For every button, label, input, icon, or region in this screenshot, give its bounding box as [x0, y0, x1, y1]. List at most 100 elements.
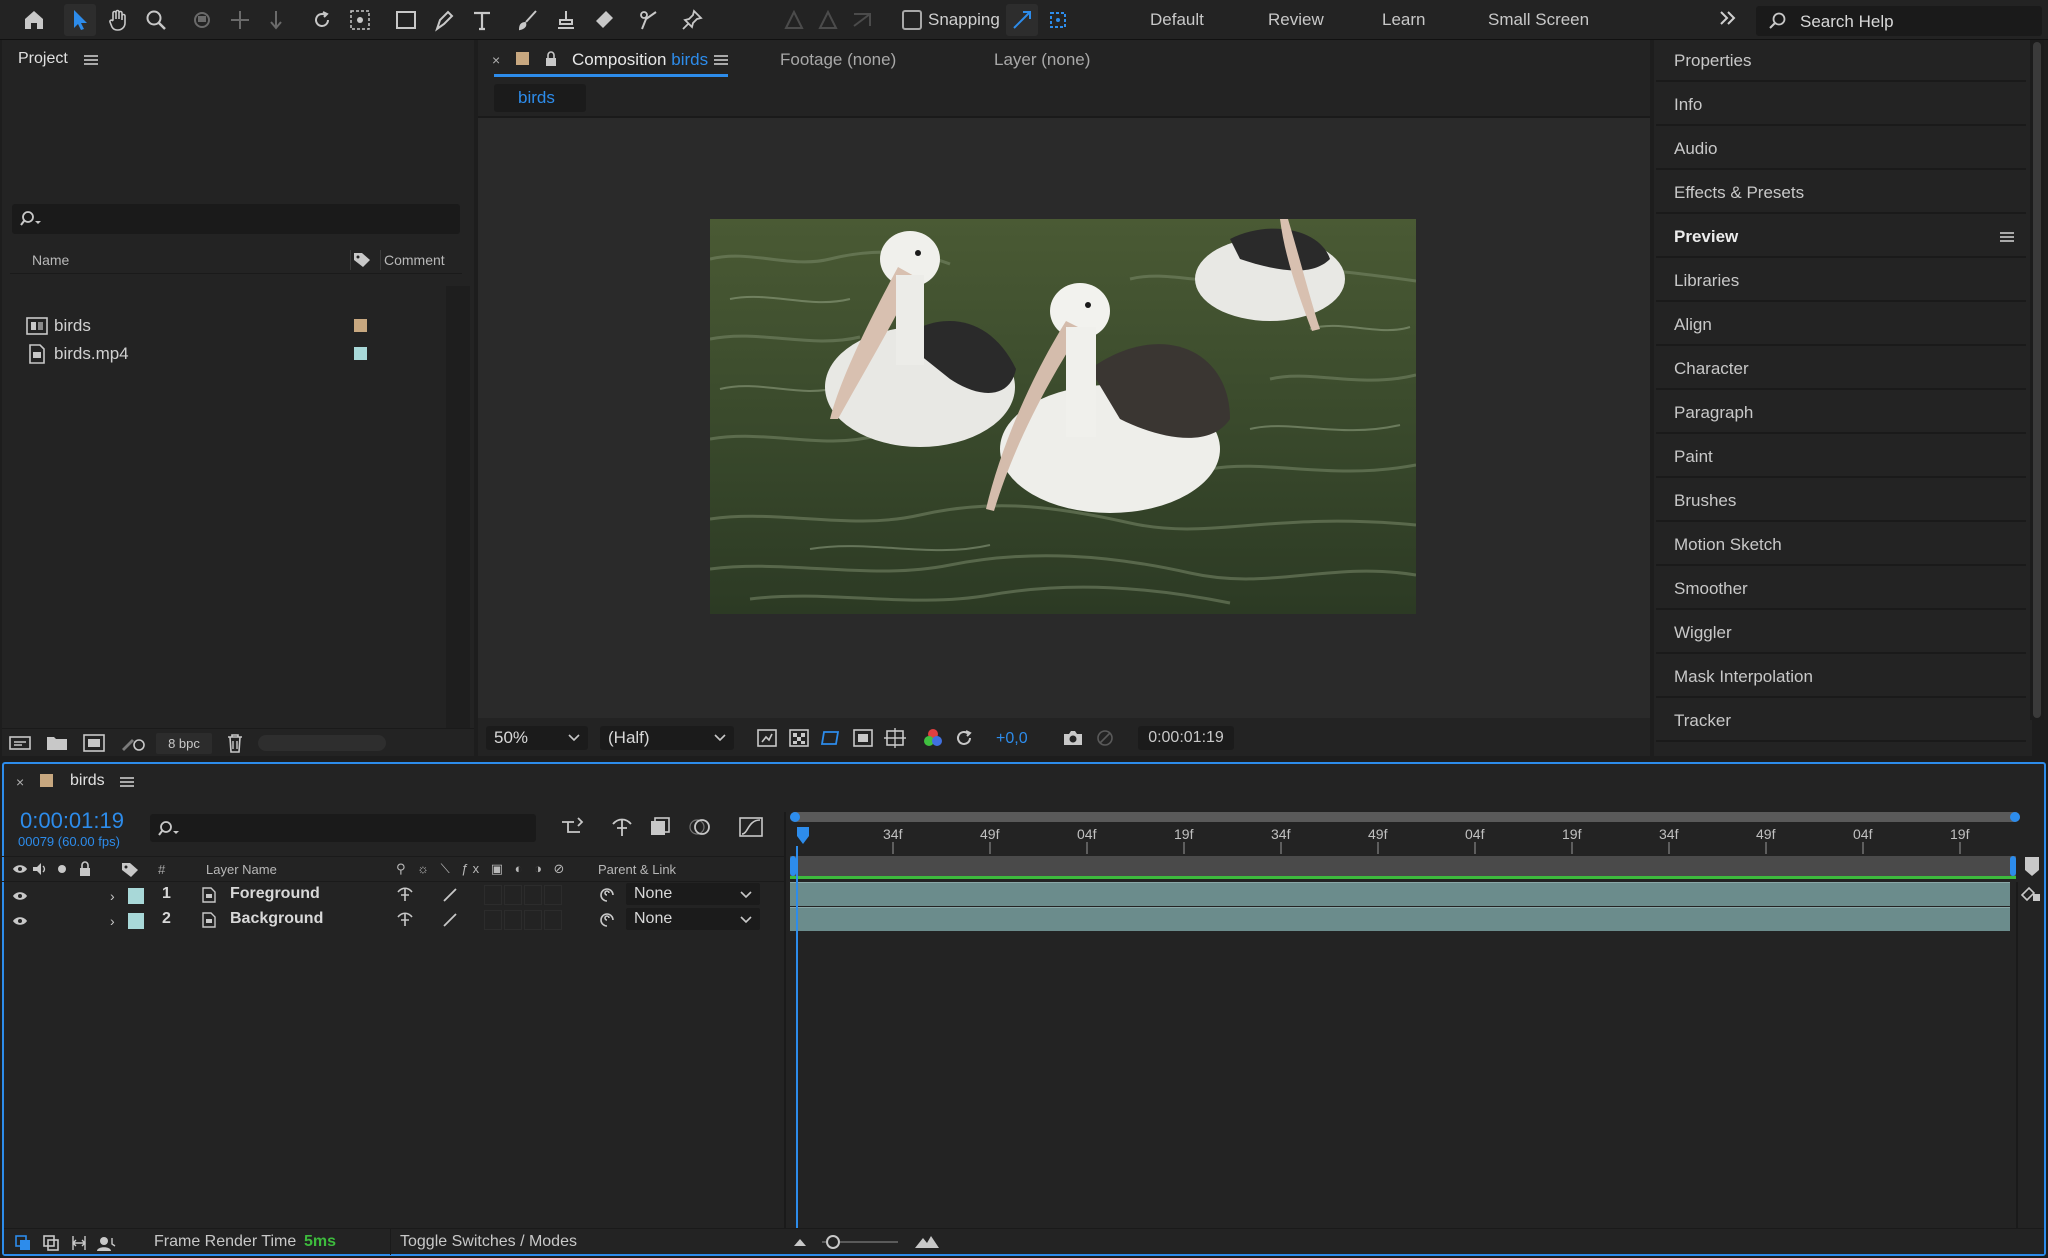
resolution-dropdown[interactable]: (Half) — [600, 726, 734, 750]
frame-blending-icon[interactable] — [648, 816, 672, 838]
panel-wiggler[interactable]: Wiggler — [1656, 612, 2026, 654]
3d-layer-switch[interactable] — [544, 885, 562, 905]
grid-guides-icon[interactable] — [884, 728, 906, 748]
layer-bar-foreground[interactable] — [790, 882, 2010, 906]
work-area-end-handle[interactable] — [2010, 856, 2016, 876]
parent-dropdown[interactable]: None — [626, 908, 760, 930]
eye-icon[interactable] — [12, 890, 28, 902]
panel-tracker[interactable]: Tracker — [1656, 700, 2026, 742]
region-of-interest-icon[interactable] — [852, 728, 874, 748]
graph-editor-icon[interactable] — [738, 816, 764, 838]
playhead-icon[interactable] — [796, 826, 810, 846]
interpret-footage-icon[interactable] — [8, 734, 32, 752]
reset-exposure-icon[interactable] — [954, 728, 974, 748]
panel-preview[interactable]: Preview — [1656, 216, 2026, 258]
selection-tool-icon[interactable] — [64, 4, 96, 36]
panel-character[interactable]: Character — [1656, 348, 2026, 390]
layer-row[interactable]: › 2 Background None — [2, 907, 786, 933]
pickwhip-icon[interactable] — [598, 886, 616, 904]
video-visibility-icon[interactable] — [12, 863, 28, 875]
panel-align[interactable]: Align — [1656, 304, 2026, 346]
expand-chevron-icon[interactable]: › — [110, 888, 115, 904]
comp-button-icon[interactable] — [2020, 886, 2042, 904]
roto-brush-icon[interactable] — [632, 4, 664, 36]
project-panel-menu-icon[interactable] — [84, 55, 98, 65]
layer-bar-background[interactable] — [790, 907, 2010, 931]
comp-marker-well-icon[interactable] — [2024, 856, 2040, 878]
trash-icon[interactable] — [226, 733, 244, 753]
column-parent-link[interactable]: Parent & Link — [598, 862, 676, 877]
panel-effects-presets[interactable]: Effects & Presets — [1656, 172, 2026, 214]
panel-motion-sketch[interactable]: Motion Sketch — [1656, 524, 2026, 566]
right-panel-scrollbar[interactable] — [2030, 40, 2044, 720]
zoom-tool-icon[interactable] — [140, 4, 172, 36]
effect-switch[interactable] — [484, 910, 502, 930]
adjustment-switch[interactable] — [524, 885, 542, 905]
channel-colors-icon[interactable] — [922, 728, 944, 748]
project-item-birds-mp4[interactable]: birds.mp4 — [10, 340, 450, 368]
label-tag-icon[interactable] — [352, 251, 372, 269]
project-search-input[interactable] — [12, 204, 460, 234]
column-name[interactable]: Name — [32, 252, 69, 268]
close-timeline-tab-icon[interactable]: × — [16, 774, 24, 790]
pickwhip-icon[interactable] — [598, 911, 616, 929]
tab-footage[interactable]: Footage (none) — [780, 50, 896, 70]
motion-blur-switch[interactable] — [504, 910, 522, 930]
time-ruler[interactable] — [790, 824, 2020, 854]
new-folder-icon[interactable] — [46, 734, 68, 752]
audio-icon[interactable] — [32, 862, 48, 876]
exposure-value[interactable]: +0,0 — [996, 730, 1028, 748]
toggle-switches-modes-button[interactable]: Toggle Switches / Modes — [400, 1233, 577, 1251]
shy-switch-icon[interactable] — [396, 886, 414, 902]
quality-switch-icon[interactable] — [442, 887, 458, 903]
layer-label-swatch[interactable] — [128, 913, 144, 929]
pan-behind-icon[interactable] — [344, 4, 376, 36]
project-scrollbar[interactable] — [446, 286, 470, 728]
align-local-icon[interactable] — [778, 4, 810, 36]
thumbnail-size-slider[interactable] — [258, 735, 386, 751]
label-color-swatch[interactable] — [354, 319, 367, 332]
snapping-checkbox[interactable] — [902, 10, 922, 30]
panel-paint[interactable]: Paint — [1656, 436, 2026, 478]
comp-breadcrumb[interactable]: birds — [494, 84, 586, 112]
panel-info[interactable]: Info — [1656, 84, 2026, 126]
close-comp-tab-icon[interactable]: × — [492, 52, 500, 68]
panel-mask-interpolation[interactable]: Mask Interpolation — [1656, 656, 2026, 698]
shy-switch-icon[interactable] — [396, 911, 414, 927]
render-time-toggle-icon[interactable] — [96, 1234, 118, 1252]
type-tool-icon[interactable] — [466, 4, 498, 36]
comp-panel-menu-icon[interactable] — [714, 55, 728, 65]
snapshot-camera-icon[interactable] — [1062, 728, 1084, 748]
home-icon[interactable] — [18, 4, 50, 36]
parent-dropdown[interactable]: None — [626, 883, 760, 905]
timeline-tab-name[interactable]: birds — [70, 772, 105, 790]
comp-timecode-field[interactable]: 0:00:01:19 — [1138, 726, 1234, 750]
preview-panel-menu-icon[interactable] — [2000, 232, 2014, 242]
column-layer-name[interactable]: Layer Name — [206, 862, 277, 877]
lock-icon[interactable] — [78, 861, 92, 877]
layer-name[interactable]: Foreground — [230, 885, 320, 903]
panel-paragraph[interactable]: Paragraph — [1656, 392, 2026, 434]
eraser-tool-icon[interactable] — [588, 4, 620, 36]
search-help-field[interactable]: Search Help — [1756, 6, 2042, 36]
layer-switches-toggle-icon[interactable] — [14, 1234, 32, 1252]
label-tag-icon[interactable] — [120, 861, 140, 879]
timeline-panel-menu-icon[interactable] — [120, 777, 134, 787]
current-time-display[interactable]: 0:00:01:19 — [20, 808, 124, 834]
lock-icon[interactable] — [544, 51, 558, 67]
panel-brushes[interactable]: Brushes — [1656, 480, 2026, 522]
timeline-search-input[interactable] — [150, 814, 536, 842]
playhead-line[interactable] — [796, 846, 798, 1228]
panel-libraries[interactable]: Libraries — [1656, 260, 2026, 302]
bit-depth-button[interactable]: 8 bpc — [156, 733, 212, 754]
workspace-learn[interactable]: Learn — [1382, 10, 1425, 30]
workspace-review[interactable]: Review — [1268, 10, 1324, 30]
dolly-camera-icon[interactable] — [260, 4, 292, 36]
comp-mini-flowchart-icon[interactable] — [560, 816, 586, 838]
brush-tool-icon[interactable] — [512, 4, 544, 36]
fast-previews-icon[interactable] — [756, 728, 778, 748]
3d-layer-switch[interactable] — [544, 910, 562, 930]
pen-tool-icon[interactable] — [428, 4, 460, 36]
composition-viewer[interactable] — [478, 118, 1650, 718]
panel-smoother[interactable]: Smoother — [1656, 568, 2026, 610]
